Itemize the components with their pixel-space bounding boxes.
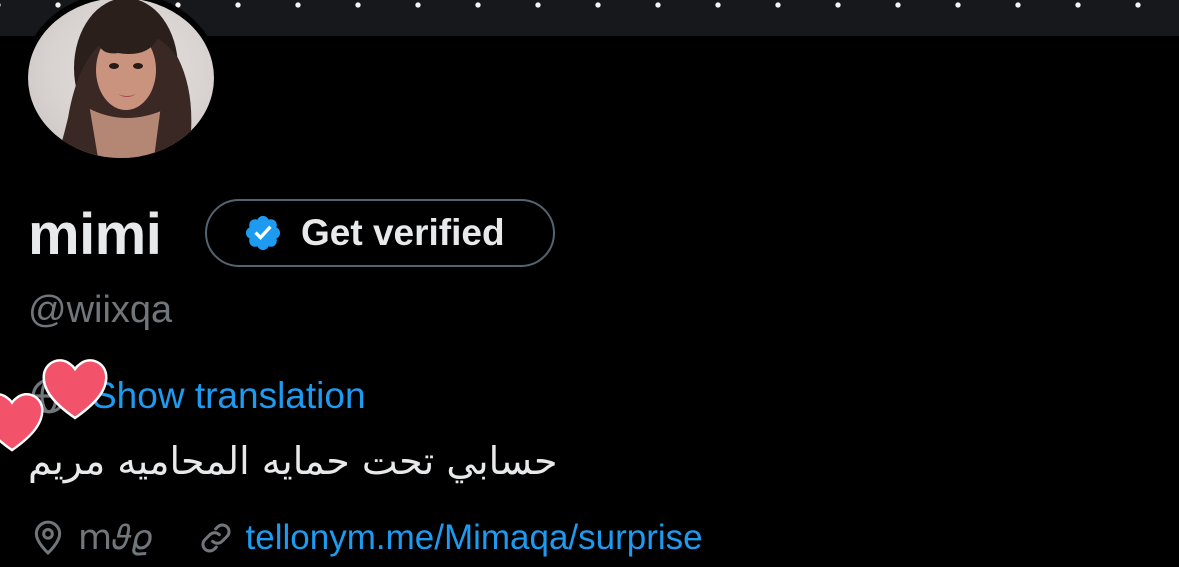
link-icon (196, 518, 236, 558)
profile-bio: حسابي تحت حمايه المحاميه مريم (28, 439, 558, 483)
location-pin-icon (28, 518, 68, 558)
profile-meta-row: m𝜗𝜚 tellonym.me/Mimaqa/surprise (28, 512, 703, 564)
avatar[interactable] (22, 0, 220, 164)
heart-sticker (42, 359, 108, 420)
profile-location: m𝜗𝜚 (78, 518, 152, 558)
profile-website-link[interactable]: tellonym.me/Mimaqa/surprise (246, 518, 703, 558)
profile-name: mimi (28, 202, 162, 267)
avatar-photo (28, 0, 214, 158)
show-translation-link[interactable]: Show translation (92, 375, 366, 417)
get-verified-button[interactable]: Get verified (205, 199, 555, 267)
avatar-portrait-art (58, 0, 192, 158)
get-verified-label: Get verified (301, 212, 505, 253)
verified-badge-icon (243, 213, 283, 253)
profile-handle: @wiixqa (28, 289, 173, 331)
